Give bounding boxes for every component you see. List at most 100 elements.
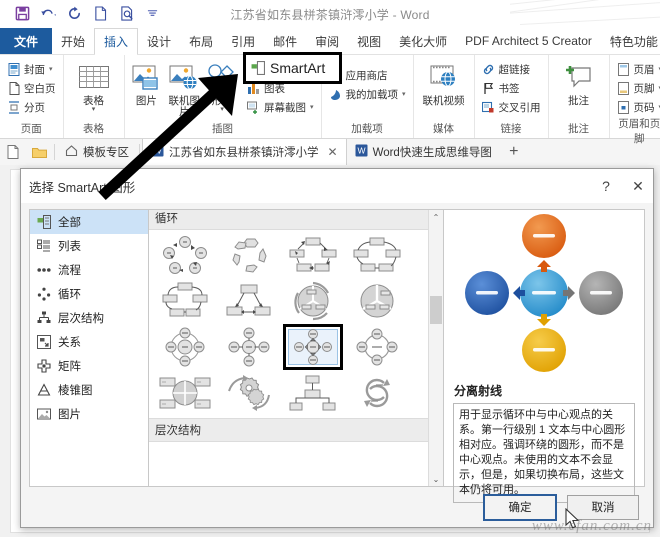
- ribbon-tab-layout[interactable]: 布局: [180, 28, 222, 54]
- ribbon-tab-bar: 文件 开始 插入 设计 布局 引用 邮件 审阅 视图 美化大师 PDF Arch…: [0, 28, 660, 55]
- ribbon-tab-features[interactable]: 特色功能: [601, 28, 660, 54]
- gallery-item-radial-list[interactable]: [281, 370, 345, 416]
- cross-reference-button[interactable]: 交叉引用: [479, 98, 544, 116]
- ribbon-tab-design[interactable]: 设计: [138, 28, 180, 54]
- insert-screenshot-button[interactable]: 屏幕截图 ▾: [244, 98, 317, 116]
- category-item-cycle[interactable]: 循环: [30, 282, 148, 306]
- ribbon-tab-beautify[interactable]: 美化大师: [390, 28, 456, 54]
- close-icon[interactable]: ✕: [328, 145, 338, 159]
- blank-page-button[interactable]: 空白页: [4, 79, 59, 97]
- gallery-item-text-cycle[interactable]: [217, 232, 281, 278]
- ribbon-tab-pdf-architect[interactable]: PDF Architect 5 Creator: [456, 28, 601, 54]
- picture-category-icon: [36, 407, 51, 422]
- gallery-item-basic-pie[interactable]: [345, 278, 409, 324]
- insert-picture-button[interactable]: 图片: [129, 58, 165, 107]
- title-decoration: [510, 0, 660, 28]
- group-label-pages: 页面: [20, 123, 42, 135]
- ribbon-tab-view[interactable]: 视图: [348, 28, 390, 54]
- category-item-pyramid[interactable]: 棱锥图: [30, 378, 148, 402]
- category-item-matrix[interactable]: 矩阵: [30, 354, 148, 378]
- gallery-item-gear[interactable]: [217, 370, 281, 416]
- my-addins-button[interactable]: 我的加载项 ▾: [326, 85, 409, 103]
- category-item-list[interactable]: 列表: [30, 234, 148, 258]
- gallery-item-diverging-radial-selected[interactable]: [281, 324, 345, 370]
- ribbon-group-pages: 封面 ▾ 空白页 分页 页面: [0, 55, 64, 138]
- insert-online-picture-button[interactable]: 联机图片: [166, 58, 202, 118]
- gallery-item-continuous-cycle[interactable]: [153, 278, 217, 324]
- page-number-button[interactable]: 页码 ▾: [614, 98, 660, 116]
- category-list: 全部 列表 流程 循环 层次结构 关系 矩阵 棱锥图 图片: [29, 209, 148, 487]
- watermark-text: www.cfan.com.cn: [531, 518, 652, 534]
- category-item-process[interactable]: 流程: [30, 258, 148, 282]
- gallery-item-radial-cycle[interactable]: [217, 324, 281, 370]
- ribbon-tab-home[interactable]: 开始: [52, 28, 94, 54]
- document-tab-bar: 模板专区 W 江苏省如东县栟茶镇浒澪小学 ✕ W Word快速生成思维导图 +: [0, 139, 660, 166]
- picture-icon: [130, 61, 162, 95]
- scrollbar-thumb[interactable]: [430, 296, 442, 324]
- category-item-all[interactable]: 全部: [30, 210, 148, 234]
- ribbon-tab-file[interactable]: 文件: [0, 28, 53, 54]
- title-separator: -: [392, 8, 397, 22]
- dialog-body: 全部 列表 流程 循环 层次结构 关系 矩阵 棱锥图 图片 循环 层次结构 ⌃ …: [21, 203, 653, 503]
- doc-tab-template-zone-label: 模板专区: [83, 147, 129, 159]
- links-buttons: 超链接 书签 交叉引用: [479, 58, 544, 116]
- doc-tab-current-document[interactable]: W 江苏省如东县栟茶镇浒澪小学 ✕: [142, 139, 347, 165]
- category-item-relationship[interactable]: 关系: [30, 330, 148, 354]
- ribbon-tab-references[interactable]: 引用: [222, 28, 264, 54]
- gallery-item-radial-venn[interactable]: [153, 370, 217, 416]
- online-video-button[interactable]: 联机视频: [418, 58, 470, 107]
- gallery-item-nondirectional-cycle[interactable]: [345, 232, 409, 278]
- insert-shapes-button[interactable]: 形状 ▾: [204, 58, 240, 113]
- chevron-down-icon[interactable]: ▾: [92, 106, 96, 113]
- cover-page-label: 封面: [24, 63, 45, 76]
- gallery-item-cycle-matrix[interactable]: [345, 370, 409, 416]
- add-tab-button[interactable]: +: [500, 139, 528, 165]
- chevron-down-icon[interactable]: ▾: [402, 90, 406, 98]
- gallery-item-block-cycle[interactable]: [281, 232, 345, 278]
- chevron-down-icon[interactable]: ▾: [49, 65, 53, 73]
- gallery-rows: [149, 230, 429, 418]
- scroll-up-icon[interactable]: ⌃: [429, 210, 443, 224]
- close-icon[interactable]: ✕: [629, 178, 647, 195]
- cover-page-icon: [7, 62, 21, 76]
- footer-label: 页脚: [633, 82, 655, 95]
- ribbon-group-header-footer: 页眉 ▾ 页脚 ▾ 页码 ▾: [610, 55, 660, 145]
- smartart-gallery[interactable]: 循环 层次结构 ⌃ ⌄: [148, 209, 444, 487]
- gallery-item-basic-radial[interactable]: [153, 324, 217, 370]
- gallery-item-multidirectional-cycle[interactable]: [217, 278, 281, 324]
- tab-divider: [54, 144, 55, 160]
- hyperlink-button[interactable]: 超链接: [479, 60, 544, 78]
- ribbon-insert-panel: 封面 ▾ 空白页 分页 页面 表格 ▾ 表格 图片 联机图片 形状 ▾ 图表 屏…: [0, 52, 660, 145]
- bookmark-button[interactable]: 书签: [479, 79, 544, 97]
- matrix-icon: [36, 359, 51, 374]
- ribbon-tab-insert[interactable]: 插入: [94, 28, 139, 55]
- category-item-hierarchy[interactable]: 层次结构: [30, 306, 148, 330]
- help-icon[interactable]: ?: [597, 178, 615, 194]
- ribbon-tab-mailings[interactable]: 邮件: [264, 28, 306, 54]
- doc-tab-template-zone[interactable]: 模板专区: [57, 139, 137, 165]
- group-label-comments: 批注: [568, 123, 590, 135]
- insert-table-button[interactable]: 表格 ▾: [68, 58, 120, 113]
- header-button[interactable]: 页眉 ▾: [614, 60, 660, 78]
- ok-button[interactable]: 确定: [483, 493, 557, 521]
- ribbon-tab-review[interactable]: 审阅: [306, 28, 348, 54]
- gallery-scrollbar[interactable]: ⌃ ⌄: [428, 210, 443, 486]
- preview-graphic: [444, 210, 644, 380]
- new-comment-button[interactable]: 批注: [553, 58, 605, 107]
- chevron-down-icon[interactable]: ▾: [220, 106, 224, 113]
- gallery-item-basic-radial-alt[interactable]: [345, 324, 409, 370]
- scroll-down-icon[interactable]: ⌄: [429, 472, 443, 486]
- tab-divider: [139, 144, 140, 160]
- category-item-picture[interactable]: 图片: [30, 402, 148, 426]
- cover-page-button[interactable]: 封面 ▾: [4, 60, 59, 78]
- hyperlink-label: 超链接: [498, 63, 531, 76]
- smartart-callout-highlight[interactable]: SmartArt: [243, 52, 342, 84]
- gallery-item-basic-cycle[interactable]: [153, 232, 217, 278]
- doc-tab-mindmap-guide[interactable]: W Word快速生成思维导图: [347, 139, 500, 165]
- page-break-button[interactable]: 分页: [4, 98, 59, 116]
- footer-button[interactable]: 页脚 ▾: [614, 79, 660, 97]
- gallery-item-segmented-cycle[interactable]: [281, 278, 345, 324]
- new-tab-doc-icon[interactable]: [0, 139, 26, 165]
- open-folder-icon[interactable]: [26, 139, 52, 165]
- chevron-down-icon[interactable]: ▾: [310, 103, 314, 111]
